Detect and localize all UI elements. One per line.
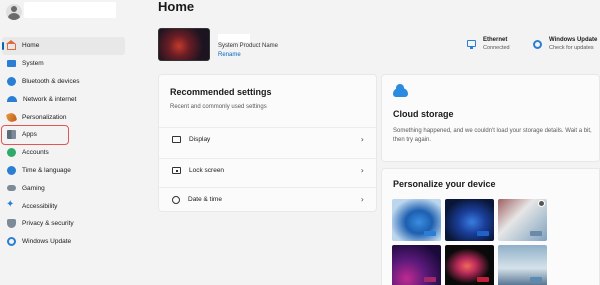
recommended-settings-card: Recommended settings Recent and commonly…	[158, 74, 377, 212]
desktop-wallpaper-thumbnail[interactable]	[158, 28, 210, 61]
theme-thumbnail[interactable]	[445, 199, 494, 241]
chevron-right-icon: ›	[360, 195, 364, 204]
sidebar-item-label: Privacy & security	[22, 220, 74, 228]
sidebar-item-network[interactable]: Network & internet	[2, 90, 125, 108]
accounts-icon	[7, 148, 16, 158]
theme-color-swatch	[477, 277, 489, 282]
sidebar-item-windows-update[interactable]: Windows Update	[2, 233, 125, 251]
page-title: Home	[158, 0, 195, 14]
device-banner: System Product Name Rename	[158, 28, 438, 62]
sidebar-item-label: Windows Update	[22, 238, 72, 246]
recommended-row-display[interactable]: Display ›	[159, 127, 376, 151]
privacy-icon	[7, 219, 16, 229]
cloud-title: Cloud storage	[393, 109, 454, 119]
windows-update-icon	[7, 237, 16, 247]
theme-color-swatch	[424, 231, 436, 236]
sidebar-item-label: Apps	[22, 131, 37, 139]
sidebar-item-label: Time & language	[22, 166, 71, 174]
sidebar-item-label: System	[22, 60, 44, 68]
bluetooth-icon	[7, 76, 16, 86]
chevron-right-icon: ›	[360, 166, 364, 175]
time-language-icon	[7, 165, 16, 175]
theme-color-swatch	[530, 231, 542, 236]
accessibility-icon	[6, 199, 16, 211]
theme-color-swatch	[477, 231, 489, 236]
ethernet-status[interactable]: Ethernet Connected	[467, 36, 510, 52]
chevron-right-icon: ›	[360, 135, 364, 144]
theme-thumbnail[interactable]	[498, 199, 547, 241]
recommended-row-label: Lock screen	[189, 167, 225, 174]
theme-color-swatch	[530, 277, 542, 282]
recommended-row-lock-screen[interactable]: Lock screen ›	[159, 158, 376, 182]
sidebar-item-apps[interactable]: Apps	[1, 124, 69, 145]
device-name-redacted	[218, 34, 250, 42]
recommended-row-label: Display	[189, 136, 211, 143]
sidebar-item-label: Gaming	[22, 184, 45, 192]
sidebar-item-label: Accounts	[22, 149, 49, 157]
sidebar-item-gaming[interactable]: Gaming	[2, 179, 125, 197]
device-model: System Product Name	[218, 43, 279, 49]
personalize-title: Personalize your device	[393, 179, 496, 189]
theme-thumbnail[interactable]	[392, 199, 441, 241]
windows-update-status-icon	[533, 40, 542, 49]
sidebar-item-system[interactable]: System	[2, 55, 125, 73]
sidebar-item-label: Personalization	[22, 113, 67, 121]
gaming-icon	[7, 185, 16, 192]
cloud-message: Something happened, and we couldn't load…	[393, 128, 592, 143]
personalize-card: Personalize your device	[381, 168, 600, 285]
cloud-storage-card: Cloud storage Something happened, and we…	[381, 74, 600, 162]
recommended-title: Recommended settings	[170, 87, 272, 97]
theme-color-swatch	[424, 277, 436, 282]
clock-icon	[172, 195, 180, 204]
recommended-row-date-time[interactable]: Date & time ›	[159, 187, 376, 211]
user-profile[interactable]	[6, 4, 22, 20]
windows-update-status[interactable]: Windows Update Check for updates	[533, 36, 597, 52]
ethernet-sub: Connected	[483, 45, 510, 51]
windows-update-sub: Check for updates	[549, 45, 594, 51]
sidebar-item-bluetooth[interactable]: Bluetooth & devices	[2, 73, 125, 91]
theme-thumbnail[interactable]	[392, 245, 441, 285]
sidebar-item-accessibility[interactable]: Accessibility	[2, 197, 125, 215]
user-name-redacted	[24, 2, 116, 18]
ethernet-icon	[467, 40, 476, 49]
sidebar-item-label: Network & internet	[23, 95, 77, 103]
system-icon	[7, 60, 16, 68]
theme-thumbnail[interactable]	[445, 245, 494, 285]
sidebar-item-privacy[interactable]: Privacy & security	[2, 215, 125, 233]
rename-link[interactable]: Rename	[218, 52, 241, 58]
recommended-subtitle: Recent and commonly used settings	[170, 104, 267, 110]
sidebar-item-label: Home	[22, 42, 40, 50]
sidebar-item-accounts[interactable]: Accounts	[2, 144, 125, 162]
lock-screen-icon	[172, 167, 181, 174]
apps-icon	[7, 130, 16, 140]
windows-update-title: Windows Update	[549, 37, 598, 43]
onedrive-cloud-icon	[393, 84, 408, 97]
personalization-icon	[5, 111, 18, 123]
theme-thumbnail[interactable]	[498, 245, 547, 285]
sidebar-item-home[interactable]: Home	[2, 37, 125, 55]
sidebar: Home System Bluetooth & devices Network …	[0, 0, 140, 285]
network-icon	[7, 96, 17, 103]
selected-theme-icon	[538, 200, 545, 207]
home-icon	[6, 40, 16, 51]
display-icon	[172, 136, 181, 143]
sidebar-item-label: Bluetooth & devices	[22, 77, 80, 85]
sidebar-item-time-language[interactable]: Time & language	[2, 162, 125, 180]
avatar[interactable]	[6, 4, 22, 20]
sidebar-nav: Home System Bluetooth & devices Network …	[1, 37, 125, 251]
ethernet-title: Ethernet	[483, 37, 508, 43]
recommended-row-label: Date & time	[188, 196, 222, 203]
sidebar-item-personalization[interactable]: Personalization	[2, 108, 125, 126]
sidebar-item-label: Accessibility	[22, 202, 58, 210]
